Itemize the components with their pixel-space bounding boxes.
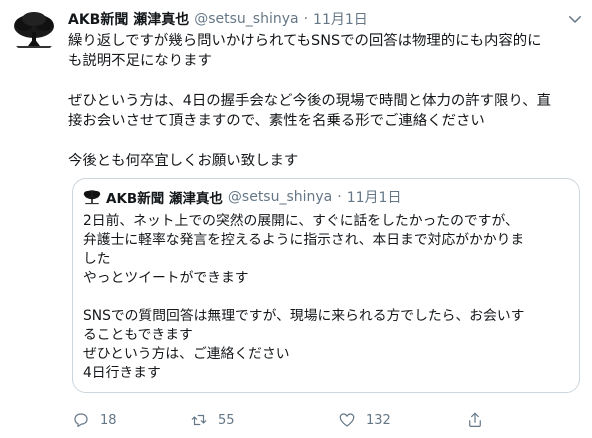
tree-avatar-icon xyxy=(10,6,58,54)
quoted-line: 4日行きます xyxy=(83,365,161,381)
action-bar: 18 55 132 xyxy=(68,408,488,432)
quoted-line: ることもできます xyxy=(83,327,193,343)
quoted-tweet-date: 11月1日 xyxy=(346,190,402,206)
quoted-line: SNSでの質問回答は無理ですが、現場に来られる方でしたら、お会いす xyxy=(83,308,525,324)
retweet-count: 55 xyxy=(218,412,235,428)
author-name[interactable]: AKB新聞 瀬津真也 xyxy=(68,9,189,29)
quoted-line: やっとツイートができます xyxy=(83,270,249,286)
share-button[interactable] xyxy=(466,408,494,432)
like-button[interactable]: 132 xyxy=(338,408,391,432)
chevron-down-icon[interactable] xyxy=(566,10,584,28)
tweet-line: ぜひという方は、4日の握手会など今後の現場で時間と体力の許す限り、直 xyxy=(68,93,552,109)
reply-icon xyxy=(74,413,88,427)
tweet-line: 繰り返しですが幾ら問いかけられてもSNSでの回答は物理的にも内容的に xyxy=(68,33,542,49)
share-icon xyxy=(469,412,481,427)
tweet-text: 繰り返しですが幾ら問いかけられてもSNSでの回答は物理的にも内容的に も説明不足… xyxy=(68,31,582,171)
tweet-line: 今後とも何卒宜しくお願い致します xyxy=(68,153,299,169)
quoted-line: 2日前、ネット上での突然の展開に、すぐに話をしたかったのですが、 xyxy=(83,213,519,229)
quoted-tweet-text: 2日前、ネット上での突然の展開に、すぐに話をしたかったのですが、 弁護士に軽率な… xyxy=(83,212,569,383)
quoted-line: した xyxy=(83,251,111,267)
tweet-line: も説明不足になります xyxy=(68,53,212,69)
retweet-button[interactable]: 55 xyxy=(190,408,235,432)
reply-button[interactable]: 18 xyxy=(72,408,117,432)
tweet-date[interactable]: 11月1日 xyxy=(313,9,368,29)
reply-count: 18 xyxy=(100,412,117,428)
tweet[interactable]: AKB新聞 瀬津真也 @setsu_shinya · 11月1日 繰り返しですが… xyxy=(68,8,582,171)
quoted-line: ぜひという方は、ご連絡ください xyxy=(83,346,290,362)
like-icon xyxy=(339,413,355,427)
author-handle[interactable]: @setsu_shinya xyxy=(194,11,298,27)
quoted-tweet[interactable]: AKB新聞 瀬津真也 @setsu_shinya · 11月1日 2日前、ネット… xyxy=(72,178,580,393)
quoted-tweet-header: AKB新聞 瀬津真也 @setsu_shinya · 11月1日 xyxy=(83,187,569,207)
like-count: 132 xyxy=(366,412,391,428)
tweet-line: 接お会いさせて頂きますので、素性を名乗る形でご連絡ください xyxy=(68,113,485,129)
tree-avatar-icon xyxy=(83,190,101,205)
avatar[interactable] xyxy=(10,6,58,54)
tweet-header: AKB新聞 瀬津真也 @setsu_shinya · 11月1日 xyxy=(68,8,582,30)
quoted-author-name: AKB新聞 瀬津真也 xyxy=(106,191,223,207)
quoted-author-handle: @setsu_shinya xyxy=(227,189,333,205)
quoted-line: 弁護士に軽率な発言を控えるように指示され、本日まで対応がかかりま xyxy=(83,232,525,248)
separator: · xyxy=(337,189,342,205)
retweet-icon xyxy=(191,414,207,426)
separator: · xyxy=(303,11,309,27)
